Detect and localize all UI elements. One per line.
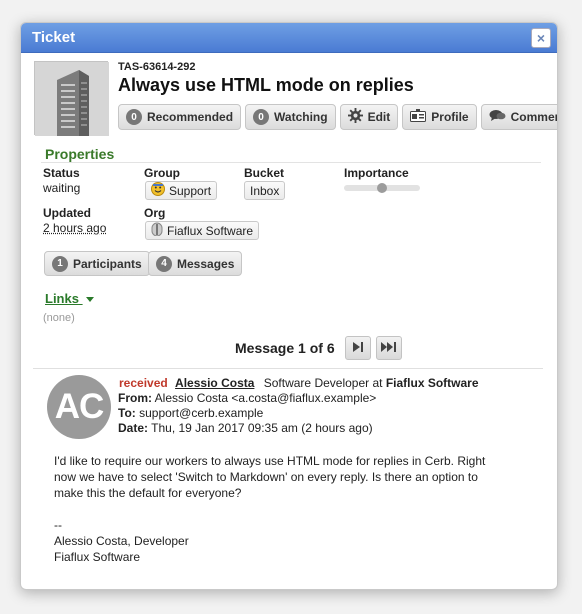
org-value: Fiaflux Software xyxy=(167,223,254,238)
participants-label: Participants xyxy=(73,256,142,271)
body-line xyxy=(54,501,524,517)
org-label: Org xyxy=(144,206,166,220)
sender-avatar[interactable]: AC xyxy=(47,375,111,439)
importance-slider-knob[interactable] xyxy=(377,183,387,193)
building-avatar-icon xyxy=(34,61,109,136)
recommended-count: 0 xyxy=(126,109,142,125)
message-to-row: To: support@cerb.example xyxy=(118,406,479,421)
org-chip[interactable]: Fiaflux Software xyxy=(145,221,260,240)
message-from-row: From: Alessio Costa <a.costa@fiaflux.exa… xyxy=(118,391,479,406)
comment-label: Comment xyxy=(510,110,557,124)
avatar-initials: AC xyxy=(54,387,105,426)
close-button[interactable]: × xyxy=(531,28,551,48)
status-value: waiting xyxy=(43,181,81,195)
body-line: I'd like to require our workers to alway… xyxy=(54,454,486,468)
group-label: Group xyxy=(144,166,180,180)
watching-count: 0 xyxy=(253,109,270,125)
speech-bubbles-icon xyxy=(489,109,506,125)
ticket-header: TAS-63614-292 Always use HTML mode on re… xyxy=(21,53,557,136)
links-empty-value: (none) xyxy=(43,312,75,324)
properties-heading: Properties xyxy=(45,146,115,162)
sender-org: Fiaflux Software xyxy=(385,376,479,390)
profile-label: Profile xyxy=(431,110,469,124)
last-message-button[interactable] xyxy=(375,336,402,360)
bucket-label: Bucket xyxy=(244,166,285,180)
importance-slider[interactable] xyxy=(344,183,420,193)
close-icon: × xyxy=(536,30,546,46)
message-navigation: Message 1 of 6 xyxy=(235,336,402,360)
ticket-subject: Always use HTML mode on replies xyxy=(118,75,414,95)
message-header: received Alessio Costa Software Develope… xyxy=(118,376,479,436)
to-value: support@cerb.example xyxy=(139,406,264,420)
messages-button[interactable]: 4 Messages xyxy=(148,251,243,276)
messages-label: Messages xyxy=(177,256,235,271)
message-body: I'd like to require our workers to alway… xyxy=(54,453,524,565)
links-menu[interactable]: Links xyxy=(45,291,94,306)
properties-divider xyxy=(41,162,541,163)
ticket-dialog: Ticket × TAS-63614-292 Always use HTML m… xyxy=(20,22,558,590)
caret-down-icon xyxy=(85,297,94,303)
to-label: To: xyxy=(118,406,136,420)
message-counter: Message 1 of 6 xyxy=(235,340,335,356)
participants-button[interactable]: 1 Participants xyxy=(44,251,150,276)
org-avatar-icon xyxy=(151,222,163,239)
body-line: -- xyxy=(54,518,62,532)
watching-button[interactable]: 0 Watching xyxy=(245,104,336,130)
from-value: Alessio Costa <a.costa@fiaflux.example> xyxy=(154,391,377,405)
message-date-row: Date: Thu, 19 Jan 2017 09:35 am (2 hours… xyxy=(118,421,479,436)
date-label: Date: xyxy=(118,421,149,435)
comment-button[interactable]: Comment xyxy=(480,104,557,130)
from-label: From: xyxy=(118,391,152,405)
group-chip[interactable]: Support xyxy=(145,181,218,200)
messages-count: 4 xyxy=(156,255,172,272)
importance-label: Importance xyxy=(344,166,409,180)
sender-name-link[interactable]: Alessio Costa xyxy=(175,376,254,390)
body-line: Fiaflux Software xyxy=(54,550,141,564)
body-line: make this the default for everyone? xyxy=(54,486,242,500)
group-avatar-icon xyxy=(151,182,165,199)
id-card-icon xyxy=(410,109,427,125)
body-line: now we have to select 'Switch to Markdow… xyxy=(54,470,478,484)
message-divider xyxy=(33,368,543,369)
group-value: Support xyxy=(169,183,212,198)
updated-label: Updated xyxy=(43,206,91,220)
ticket-mask: TAS-63614-292 xyxy=(118,61,196,73)
updated-value: 2 hours ago xyxy=(43,221,107,235)
body-line: Alessio Costa, Developer xyxy=(54,534,189,548)
bucket-chip[interactable]: Inbox xyxy=(244,181,286,200)
gear-icon xyxy=(347,108,363,126)
ticket-toolbar: 0 Recommended 0 Watching Edit Profile Co… xyxy=(118,104,557,130)
edit-label: Edit xyxy=(367,110,391,124)
watching-label: Watching xyxy=(274,110,328,124)
message-sender-row: received Alessio Costa Software Develope… xyxy=(119,376,479,391)
links-label: Links xyxy=(45,291,79,306)
date-value: Thu, 19 Jan 2017 09:35 am (2 hours ago) xyxy=(151,421,373,435)
fast-forward-icon xyxy=(380,341,398,356)
next-message-button[interactable] xyxy=(344,336,371,360)
status-label: Status xyxy=(43,166,80,180)
message-status: received xyxy=(119,376,168,390)
participants-count: 1 xyxy=(52,255,68,272)
profile-button[interactable]: Profile xyxy=(402,104,477,130)
dialog-title: Ticket xyxy=(32,29,76,46)
next-icon xyxy=(351,341,365,356)
recommended-label: Recommended xyxy=(147,110,234,124)
edit-button[interactable]: Edit xyxy=(339,104,399,130)
sender-title: Software Developer at xyxy=(263,376,383,390)
bucket-value: Inbox xyxy=(250,183,280,198)
dialog-titlebar[interactable]: Ticket × xyxy=(21,23,557,53)
recommended-button[interactable]: 0 Recommended xyxy=(118,104,242,130)
